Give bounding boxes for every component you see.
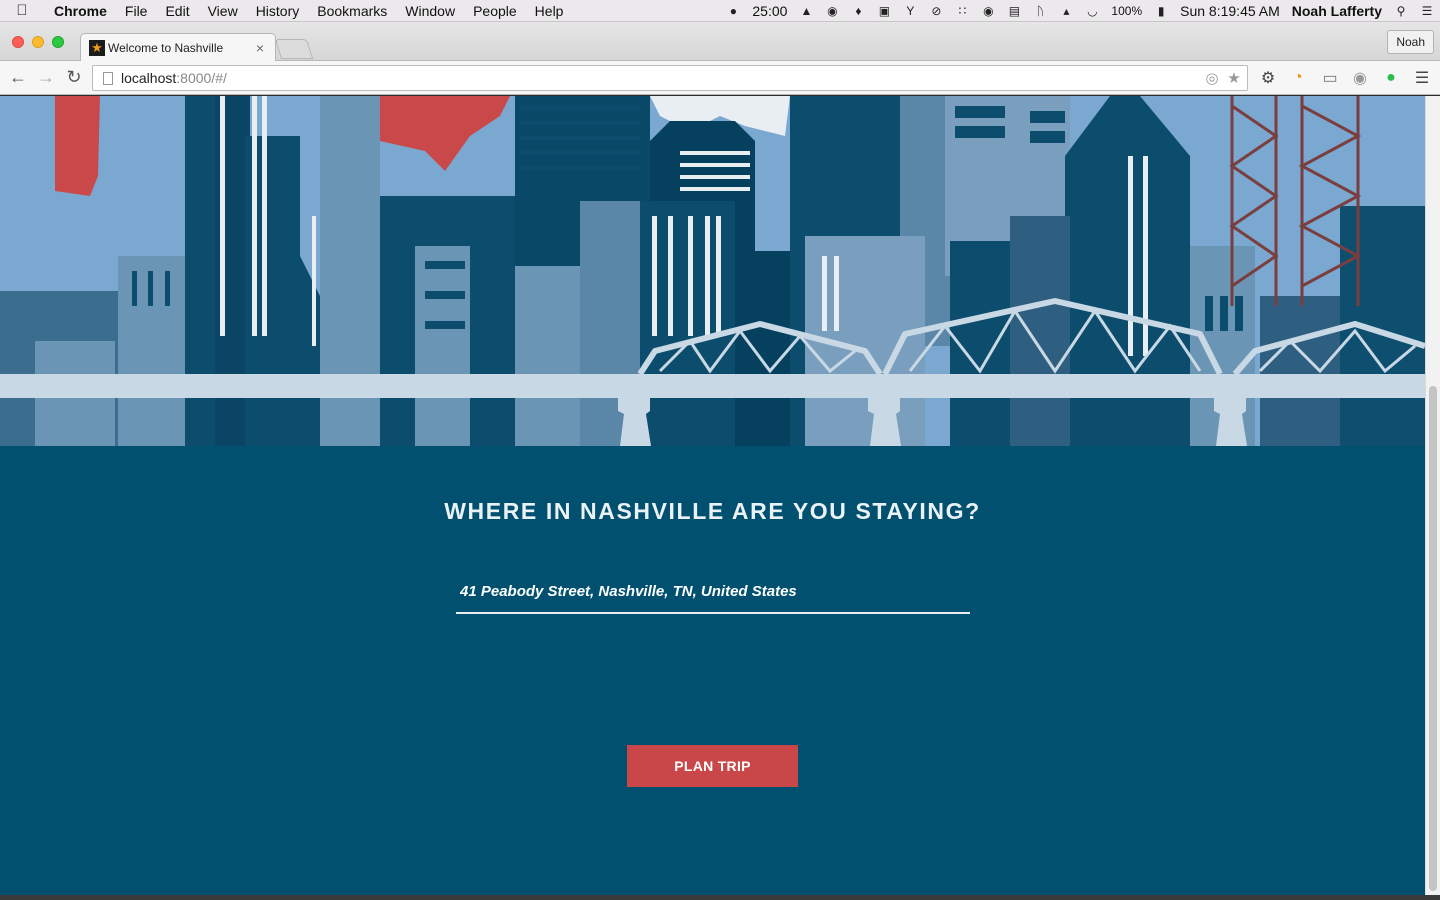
- notification-center-icon[interactable]: ☰: [1418, 4, 1436, 18]
- timer-text[interactable]: 25:00: [746, 3, 793, 19]
- url-text[interactable]: localhost:8000/#/: [121, 70, 1203, 86]
- rss-icon[interactable]: ◔: [1288, 68, 1308, 88]
- chrome-menu-icon[interactable]: ☰: [1412, 68, 1432, 88]
- location-target-icon[interactable]: ◎: [1203, 69, 1221, 87]
- forward-arrow-icon[interactable]: →: [32, 67, 60, 88]
- user-name[interactable]: Noah Lafferty: [1286, 3, 1388, 19]
- page-viewport: WHERE IN NASHVILLE ARE YOU STAYING? PLAN…: [0, 96, 1425, 895]
- memory-icon[interactable]: ▤: [1005, 4, 1023, 18]
- page-heading: WHERE IN NASHVILLE ARE YOU STAYING?: [444, 498, 981, 524]
- grid-icon[interactable]: ∷: [953, 4, 971, 18]
- close-window-button[interactable]: [12, 36, 24, 48]
- page-icon: [103, 71, 113, 85]
- plan-trip-button[interactable]: PLAN TRIP: [627, 745, 798, 787]
- profile-button[interactable]: Noah: [1387, 30, 1434, 54]
- drive-icon[interactable]: ▲: [797, 4, 815, 18]
- evernote-icon[interactable]: ●: [1381, 68, 1401, 88]
- new-tab-button[interactable]: [274, 39, 314, 59]
- url-host: localhost: [121, 70, 177, 86]
- gauge-icon[interactable]: ◉: [979, 4, 997, 18]
- fork-icon[interactable]: Y: [901, 4, 919, 18]
- settings-gear-icon[interactable]: ⚙: [1258, 68, 1278, 88]
- spotlight-icon[interactable]: ⚲: [1392, 4, 1410, 18]
- bookmark-star-icon[interactable]: ★: [1225, 69, 1243, 87]
- status-area: ● 25:00 ▲ ◉ ♦ ▣ Y ⊘ ∷ ◉ ▤ ᚢ ▴ ◡ 100% ▮ S…: [720, 0, 1440, 22]
- minimize-window-button[interactable]: [32, 36, 44, 48]
- bell-icon[interactable]: ♦: [849, 4, 867, 18]
- menu-window[interactable]: Window: [396, 3, 464, 19]
- clock[interactable]: Sun 8:19:45 AM: [1174, 3, 1286, 19]
- menu-help[interactable]: Help: [526, 3, 573, 19]
- battery-icon[interactable]: ▮: [1152, 4, 1170, 18]
- menu-people[interactable]: People: [464, 3, 526, 19]
- address-field-container: [456, 570, 970, 614]
- close-tab-icon[interactable]: ×: [253, 40, 267, 56]
- apple-icon[interactable]: : [0, 2, 44, 19]
- battery-percent[interactable]: 100%: [1105, 4, 1148, 18]
- browser-toolbar: ← → ↻ localhost:8000/#/ ◎ ★ ⚙ ◔ ▭ ◉ ● ☰: [0, 61, 1440, 95]
- tomato-timer-icon[interactable]: ●: [724, 4, 742, 18]
- menu-file[interactable]: File: [116, 3, 157, 19]
- page-scrollbar[interactable]: [1425, 96, 1440, 895]
- back-arrow-icon[interactable]: ←: [4, 67, 32, 88]
- bookmark-icon[interactable]: ▣: [875, 4, 893, 18]
- menu-bar:  Chrome File Edit View History Bookmark…: [0, 0, 1440, 22]
- menu-view[interactable]: View: [199, 3, 247, 19]
- wifi-icon[interactable]: ◡: [1083, 4, 1101, 18]
- zoom-window-button[interactable]: [52, 36, 64, 48]
- nashville-skyline-illustration: [0, 96, 1425, 446]
- star-favicon-icon: ★: [89, 39, 105, 56]
- chat-bubble-icon[interactable]: ◉: [823, 4, 841, 18]
- scrollbar-thumb[interactable]: [1429, 386, 1437, 891]
- window-bottom-edge: [0, 895, 1440, 900]
- tab-welcome[interactable]: ★ Welcome to Nashville ×: [80, 33, 276, 61]
- menu-app-chrome[interactable]: Chrome: [44, 3, 116, 19]
- extension-icon[interactable]: ◉: [1350, 68, 1370, 88]
- menu-bookmarks[interactable]: Bookmarks: [308, 3, 396, 19]
- address-bar[interactable]: localhost:8000/#/ ◎ ★: [92, 65, 1248, 91]
- tab-strip: ★ Welcome to Nashville × Noah: [0, 22, 1440, 61]
- cast-icon[interactable]: ▭: [1320, 68, 1340, 88]
- blocked-icon[interactable]: ⊘: [927, 4, 945, 18]
- bluetooth-icon[interactable]: ᚢ: [1031, 4, 1049, 18]
- hotel-address-input[interactable]: [456, 570, 970, 612]
- menu-edit[interactable]: Edit: [156, 3, 198, 19]
- tab-title: Welcome to Nashville: [108, 40, 224, 55]
- url-path: :8000/#/: [176, 70, 227, 86]
- reload-icon[interactable]: ↻: [60, 67, 88, 88]
- menu-history[interactable]: History: [247, 3, 309, 19]
- volume-icon[interactable]: ▴: [1057, 4, 1075, 18]
